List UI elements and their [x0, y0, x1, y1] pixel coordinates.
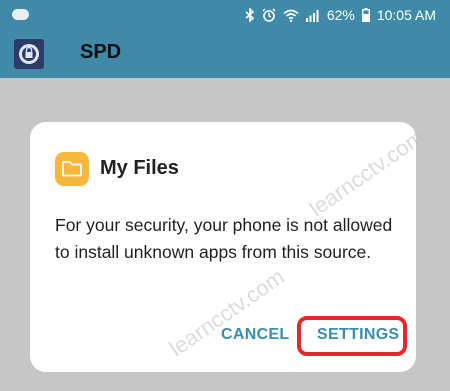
dialog-message: For your security, your phone is not all… — [55, 215, 393, 262]
bluetooth-icon — [245, 8, 254, 22]
app-bar: SPD — [0, 30, 450, 78]
cancel-button[interactable]: CANCEL — [221, 326, 289, 344]
alarm-icon — [262, 8, 276, 22]
dialog-title: My Files — [100, 157, 179, 179]
battery-percent: 62% — [326, 7, 355, 23]
status-icons: 62% 10:05 AM — [245, 6, 436, 24]
settings-button[interactable]: SETTINGS — [317, 326, 399, 344]
clock: 10:05 AM — [376, 7, 436, 23]
signal-icon — [305, 9, 319, 22]
battery-icon — [361, 8, 370, 22]
unknown-apps-dialog: My Files For your security, your phone i… — [30, 122, 416, 372]
wifi-icon — [283, 9, 299, 22]
spd-app-icon — [14, 39, 44, 69]
notification-pill-icon — [12, 9, 29, 20]
status-bar: 62% 10:05 AM — [0, 0, 450, 30]
folder-icon — [55, 152, 89, 186]
app-title: SPD — [80, 41, 122, 63]
